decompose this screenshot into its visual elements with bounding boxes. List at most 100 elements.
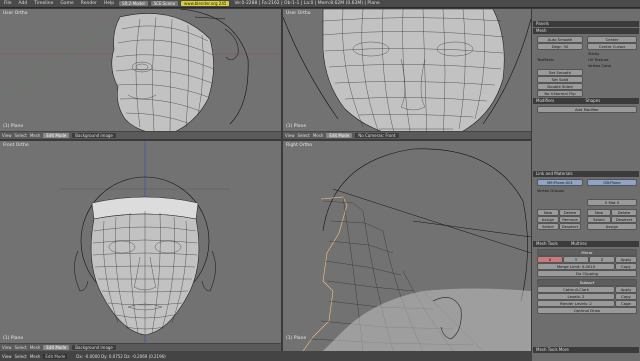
menu-select[interactable]: Select [15, 345, 27, 350]
mesh-datablock-field[interactable]: ME:Plane.001 [537, 179, 583, 186]
axis-z-toggle[interactable]: Z [589, 256, 615, 263]
menu-select[interactable]: Select [15, 133, 27, 138]
viewport-label: User Ortho [286, 11, 311, 16]
mirror-copy-button[interactable]: Copy [615, 263, 637, 270]
mirror-apply-button[interactable]: Apply [615, 256, 637, 263]
mat-assign-button[interactable]: Assign [587, 223, 637, 230]
shading-field[interactable]: No Cameras: Front [355, 133, 399, 138]
menu-mesh[interactable]: Mesh [30, 354, 41, 359]
tab-modifiers[interactable]: Modifiers [536, 98, 554, 103]
menu-select[interactable]: Select [15, 354, 27, 359]
shading-field[interactable]: Background image [72, 345, 116, 350]
centre-cursor-button[interactable]: Centre Cursor [587, 43, 637, 50]
vg-remove-button[interactable]: Remove [559, 216, 581, 223]
mode-dropdown[interactable]: Edit Mode [326, 133, 353, 138]
add-modifier-button[interactable]: Add Modifier [537, 106, 637, 113]
mode-dropdown[interactable]: Edit Mode [43, 345, 70, 350]
modifiers-header: Modifiers Shapes [533, 98, 639, 104]
viewport-bottom-right[interactable]: Right Ortho (1) Plane [283, 141, 531, 351]
mat-new-button[interactable]: New [587, 209, 611, 216]
cage-toggle[interactable]: Cage [615, 300, 637, 307]
viewport-bottom-left-canvas [60, 141, 230, 351]
mesh-section-header: Mesh [533, 28, 639, 34]
mat-deselect-button[interactable]: Deselect [611, 216, 637, 223]
viewport-label: Right Ortho [286, 143, 313, 148]
axis-x-toggle[interactable]: X [537, 256, 563, 263]
menu-mesh[interactable]: Mesh [30, 133, 41, 138]
subsurf-levels-field[interactable]: Levels: 2 [537, 293, 615, 300]
blender-link[interactable]: www.blender.org 245 [181, 1, 230, 6]
mode-dropdown[interactable]: Edit Mode [43, 133, 70, 138]
mesh-tools-more-title: Mesh Tools More [536, 347, 569, 352]
degree-field[interactable]: Degr: 30 [537, 43, 583, 50]
vg-delete-button[interactable]: Delete [559, 209, 581, 216]
mesh-tools-more-header: Mesh Tools More [533, 347, 639, 353]
mat-select-button[interactable]: Select [587, 216, 611, 223]
no-vnormal-flip-button[interactable]: No V.Normal Flip [537, 90, 583, 97]
mat-delete-button[interactable]: Delete [611, 209, 637, 216]
subdivision-type-dropdown[interactable]: Catmull-Clark [537, 286, 615, 293]
render-levels-field[interactable]: Render Levels: 2 [537, 300, 615, 307]
viewport-header: View Select Mesh Edit Mode Background im… [0, 131, 281, 139]
profile-skull-outline [322, 148, 528, 302]
axis-y-toggle[interactable]: Y [563, 256, 589, 263]
panels-header: Panels [533, 21, 639, 27]
vg-new-button[interactable]: New [537, 209, 559, 216]
scene-selector[interactable]: SCE:Scene [150, 1, 179, 6]
modifier-subsurf-header[interactable]: Subsurf [537, 279, 637, 286]
optimal-draw-toggle[interactable]: Optimal Draw [537, 307, 637, 314]
stats-text: Ve:0-2288 | Fa:2162 | Ob:1-1 | La:0 | Me… [234, 1, 380, 6]
menu-view[interactable]: View [2, 354, 12, 359]
material-index-field[interactable]: 0 Mat 0 [587, 199, 637, 206]
menu-render[interactable]: Render [79, 1, 99, 6]
viewport-label: User Ortho [3, 11, 28, 16]
menu-view[interactable]: View [2, 345, 12, 350]
mesh-section-title: Mesh [536, 28, 547, 33]
viewport-bottom-left[interactable]: Front Ortho (1) Plane View Select Mesh E… [0, 141, 281, 351]
mode-dropdown[interactable]: Edit Mode [43, 353, 68, 359]
vg-assign-button[interactable]: Assign [537, 216, 559, 223]
ear-outline [224, 28, 239, 61]
panels-menu[interactable]: Panels [536, 21, 549, 26]
subsurf-apply-button[interactable]: Apply [615, 286, 637, 293]
menu-view[interactable]: View [285, 133, 295, 138]
vertex-color-label: Vertex Color [588, 63, 612, 68]
center-button[interactable]: Center [587, 36, 637, 43]
subsurf-copy-button[interactable]: Copy [615, 293, 637, 300]
menu-mesh[interactable]: Mesh [30, 345, 41, 350]
screen-selector[interactable]: SR:2-Model [119, 1, 148, 6]
vg-select-button[interactable]: Select [537, 223, 559, 230]
link-materials-title: Link and Materials [536, 171, 573, 176]
tab-multires[interactable]: Multires [571, 241, 587, 246]
tab-mesh-tools[interactable]: Mesh Tools [536, 241, 558, 246]
auto-smooth-button[interactable]: Auto Smooth [537, 36, 583, 43]
merge-limit-field[interactable]: Merge Limit: 0.0010 [537, 263, 615, 270]
tab-shapes[interactable]: Shapes [586, 98, 601, 103]
viewport-object-name: (1) Plane [286, 336, 307, 341]
menu-mesh[interactable]: Mesh [313, 133, 324, 138]
object-datablock-field[interactable]: OB:Plane [587, 179, 637, 186]
shading-field[interactable]: Background image [72, 133, 116, 138]
menu-add[interactable]: Add [17, 1, 30, 6]
viewport-bottom-right-canvas [302, 148, 531, 351]
menu-help[interactable]: Help [102, 1, 116, 6]
vg-deselect-button[interactable]: Deselect [559, 223, 581, 230]
set-solid-button[interactable]: Set Solid [537, 76, 583, 83]
set-smooth-button[interactable]: Set Smooth [537, 69, 583, 76]
transform-readout: Dx: -0.0000 Dy: 0.0752 Dz: -0.2069 (0.21… [76, 353, 166, 359]
do-clipping-toggle[interactable]: Do Clipping [537, 270, 637, 277]
sticky-label: Sticky [588, 51, 600, 56]
viewport-top-left-canvas [0, 9, 281, 135]
menu-file[interactable]: File [2, 1, 14, 6]
buttons-panel: Panels Mesh Auto Smooth Degr: 30 Center … [532, 9, 640, 361]
link-materials-header: Link and Materials [533, 171, 639, 177]
viewport-top-left[interactable]: User Ortho (1) Plane View Select Mesh Ed… [0, 9, 281, 139]
viewport-top-right[interactable]: User Ortho (1) Plane View Select Mesh Ed… [283, 9, 531, 139]
menu-view[interactable]: View [2, 133, 12, 138]
menu-timeline[interactable]: Timeline [32, 1, 55, 6]
double-sided-button[interactable]: Double Sided [537, 83, 583, 90]
menu-select[interactable]: Select [298, 133, 310, 138]
viewport-header: View Select Mesh Edit Mode No Cameras: F… [283, 131, 531, 139]
menu-game[interactable]: Game [58, 1, 75, 6]
modifier-mirror-header[interactable]: Mirror [537, 249, 637, 256]
